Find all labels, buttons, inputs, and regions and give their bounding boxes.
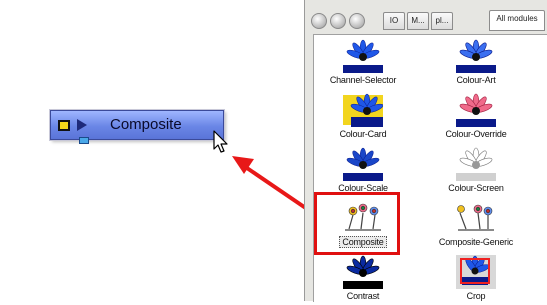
dark-flower-icon (343, 255, 383, 289)
toolbar-button-3[interactable] (349, 13, 365, 29)
blue-flower-icon (343, 147, 383, 181)
module-label: Colour-Screen (448, 183, 504, 193)
tab-m[interactable]: M... (407, 12, 429, 30)
toolbar-button-1[interactable] (311, 13, 327, 29)
module-colour-scale[interactable]: Colour-Scale (308, 145, 418, 197)
module-crop[interactable]: Crop (421, 253, 531, 305)
selection-highlight (314, 192, 400, 255)
crop-flower-icon (456, 255, 496, 289)
module-label: Crop (466, 291, 486, 301)
module-composite-generic[interactable]: Composite-Generic (421, 199, 531, 251)
module-colour-art[interactable]: Colour-Art (421, 37, 531, 89)
module-label: Colour-Card (339, 129, 387, 139)
module-contrast[interactable]: Contrast (308, 253, 418, 305)
mouse-cursor-icon (213, 130, 228, 153)
module-list: Channel-Selector Colour-Art Colour-Card … (313, 34, 547, 302)
tab-io[interactable]: IO (383, 12, 405, 30)
module-colour-card[interactable]: Colour-Card (308, 91, 418, 143)
tab-pl[interactable]: pl... (431, 12, 453, 30)
toolbar-button-2[interactable] (330, 13, 346, 29)
pink-flower-icon (456, 93, 496, 127)
yellow-card-flower-icon (343, 93, 383, 127)
blue-flower-icon (456, 39, 496, 73)
module-label: Composite-Generic (438, 237, 514, 247)
module-channel-selector[interactable]: Channel-Selector (308, 37, 418, 89)
module-label: Colour-Override (445, 129, 507, 139)
blue-flower-icon (343, 39, 383, 73)
module-colour-screen[interactable]: Colour-Screen (421, 145, 531, 197)
tab-all-modules[interactable]: All modules (489, 10, 545, 31)
composite-generic-icon (457, 204, 494, 231)
grey-flower-icon (456, 147, 496, 181)
module-library-panel: IO M... pl... All modules Channel-Select… (304, 0, 547, 302)
module-colour-override[interactable]: Colour-Override (421, 91, 531, 143)
module-label: Contrast (346, 291, 380, 301)
module-label: Colour-Art (456, 75, 496, 85)
module-label: Channel-Selector (329, 75, 397, 85)
